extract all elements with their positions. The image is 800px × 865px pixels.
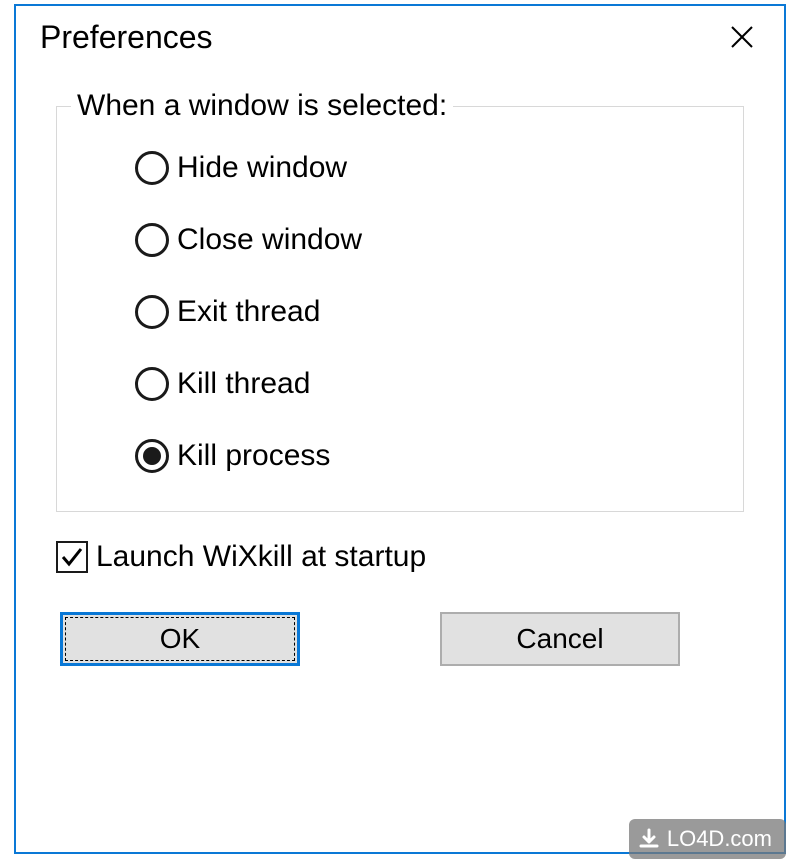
radio-label: Exit thread	[177, 295, 320, 329]
radio-icon	[135, 367, 169, 401]
radio-hide-window[interactable]: Hide window	[135, 151, 723, 185]
radio-icon	[135, 439, 169, 473]
radio-kill-thread[interactable]: Kill thread	[135, 367, 723, 401]
dialog-body: When a window is selected: Hide window C…	[16, 68, 784, 686]
radio-label: Close window	[177, 223, 362, 257]
close-icon	[730, 25, 754, 49]
radio-icon	[135, 223, 169, 257]
checkbox-label: Launch WiXkill at startup	[96, 540, 426, 574]
radio-label: Kill thread	[177, 367, 310, 401]
action-fieldset: When a window is selected: Hide window C…	[56, 106, 744, 512]
preferences-dialog: Preferences When a window is selected: H…	[14, 4, 786, 854]
watermark: LO4D.com	[629, 819, 786, 859]
radio-icon	[135, 295, 169, 329]
radio-label: Hide window	[177, 151, 347, 185]
titlebar: Preferences	[16, 6, 784, 68]
button-row: OK Cancel	[56, 612, 744, 666]
close-button[interactable]	[718, 13, 766, 61]
watermark-text: LO4D.com	[667, 826, 772, 852]
radio-label: Kill process	[177, 439, 330, 473]
launch-at-startup-checkbox[interactable]: Launch WiXkill at startup	[56, 540, 744, 574]
button-label: OK	[160, 623, 200, 655]
download-icon	[637, 827, 661, 851]
cancel-button[interactable]: Cancel	[440, 612, 680, 666]
radio-icon	[135, 151, 169, 185]
checkmark-icon	[60, 545, 84, 569]
radio-exit-thread[interactable]: Exit thread	[135, 295, 723, 329]
dialog-title: Preferences	[40, 19, 213, 56]
radio-close-window[interactable]: Close window	[135, 223, 723, 257]
checkbox-icon	[56, 541, 88, 573]
radio-group: Hide window Close window Exit thread Kil…	[77, 133, 723, 473]
button-label: Cancel	[516, 623, 603, 655]
fieldset-legend: When a window is selected:	[71, 89, 453, 123]
radio-kill-process[interactable]: Kill process	[135, 439, 723, 473]
ok-button[interactable]: OK	[60, 612, 300, 666]
